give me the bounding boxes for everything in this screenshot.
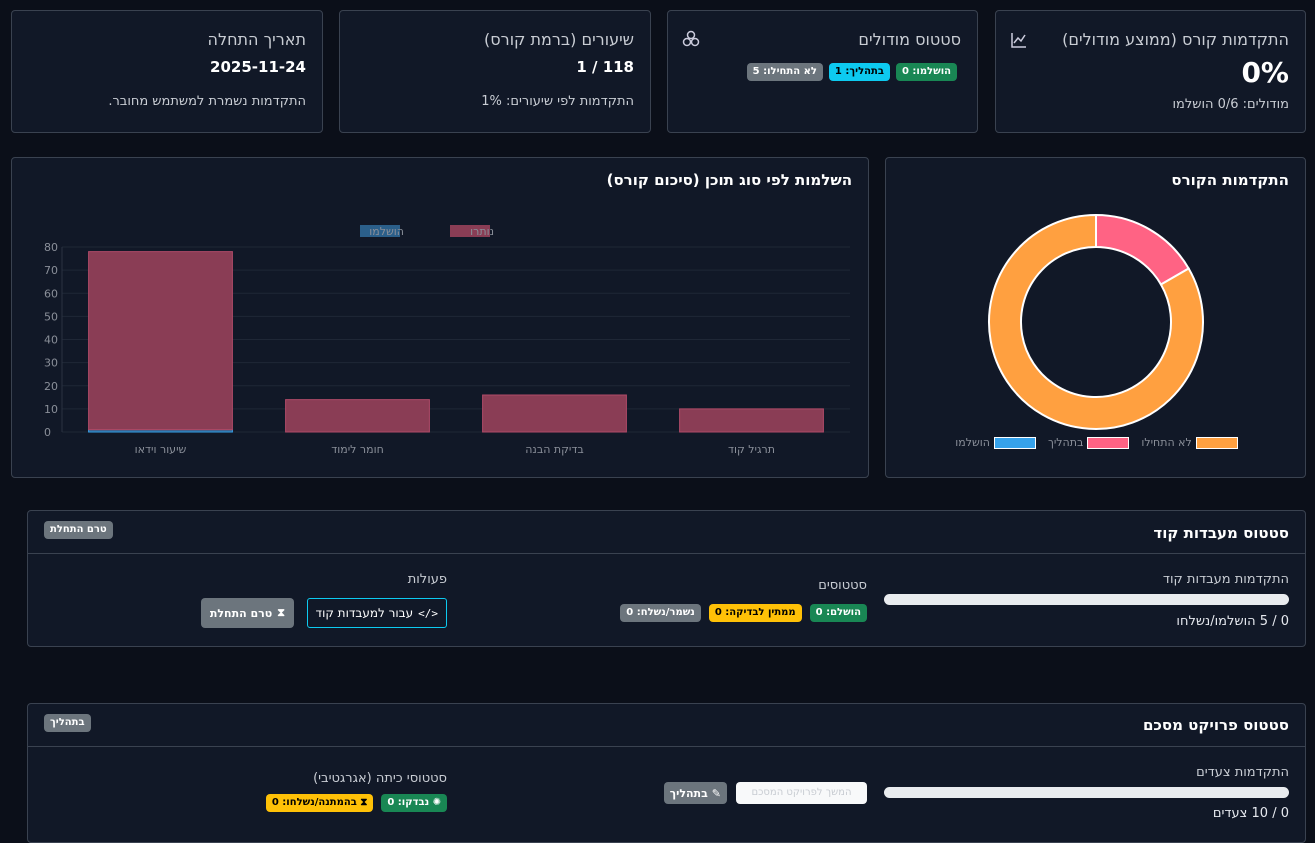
y-tick-label: 10 (44, 403, 58, 416)
in-progress-badge: בתהליך: 1 (828, 63, 890, 81)
not-started-badge: לא התחילו: 5 (746, 63, 823, 81)
y-tick-label: 30 (44, 357, 58, 370)
project-progress-text: 0 / 10 צעדים (1212, 806, 1289, 821)
labs-done-badge: הושלם: 0 (809, 604, 867, 622)
content-type-card: השלמות לפי סוג תוכן (סיכום קורס) 0 10 20 30… (11, 157, 869, 478)
labs-state-badge: טרם התחלת (44, 521, 113, 539)
labs-not-started-button[interactable]: ⧗ טרם התחלת (200, 598, 294, 628)
checked-badge: ✺ נבדקו: 0 (381, 794, 447, 812)
pending-badge: ⧗ בהמתנה/נשלחו: 0 (265, 794, 374, 812)
project-in-progress-button[interactable]: ✎ בתהליך (663, 782, 727, 804)
x-tick-label: חומר לימוד (331, 443, 384, 456)
card-title: סטטוס פרויקט מסכם (1142, 716, 1289, 734)
stat-value: 0% (1241, 56, 1289, 89)
stat-value: 2025-11-24 (210, 58, 306, 76)
edit-icon: ✎ (711, 786, 721, 800)
donut-chart (988, 213, 1204, 430)
labs-status-label: סטטוסים (818, 578, 867, 593)
stat-title: תאריך התחלה (207, 30, 306, 49)
completed-badge: הושלמו: 0 (895, 63, 957, 81)
chart-line-icon (1011, 33, 1026, 48)
code-labs-card: סטטוס מעבדות קוד טרם התחלת התקדמות מעבדו… (27, 510, 1306, 647)
stat-sub: מודולים: 0/6 הושלמו (1172, 97, 1289, 112)
x-tick-label: שיעור וידאו (135, 443, 187, 456)
y-tick-label: 50 (44, 310, 58, 323)
modules-icon (682, 30, 700, 47)
project-state-badge: בתהליך (44, 714, 91, 732)
stat-title: סטטוס מודולים (858, 30, 961, 49)
stat-card-start-date: תאריך התחלה 2025-11-24 התקדמות נשמרת למש… (11, 10, 323, 133)
stat-title: התקדמות קורס (ממוצע מודולים) (1062, 30, 1289, 49)
stat-sub: התקדמות לפי שיעורים: 1% (481, 94, 634, 109)
stat-card-lessons: שיעורים (ברמת קורס) 1 / 118 התקדמות לפי … (339, 10, 651, 133)
bar-segment[interactable] (482, 394, 627, 433)
y-tick-label: 20 (44, 380, 58, 393)
legend-item[interactable]: הושלמו (360, 225, 404, 238)
code-icon: </> (418, 606, 438, 620)
stat-value: 1 / 118 (576, 58, 634, 76)
check-circle-icon: ✺ (432, 797, 441, 808)
x-tick-label: בדיקת הבנה (525, 443, 584, 456)
y-tick-label: 60 (44, 287, 58, 300)
bar-segment[interactable] (285, 399, 430, 433)
stat-card-modules: סטטוס מודולים הושלמו: 0 בתהליך: 1 לא התח… (667, 10, 978, 133)
labs-waiting-badge: ממתין לבדיקה: 0 (708, 604, 802, 622)
labs-saved-badge: נשמר/נשלח: 0 (620, 604, 701, 622)
y-tick-label: 0 (44, 426, 51, 439)
legend-item-not-started[interactable]: לא התחילו (1141, 436, 1238, 449)
donut-slice[interactable] (1095, 213, 1191, 286)
legend-label: הושלמו (369, 225, 404, 238)
bar-segment[interactable] (88, 251, 233, 431)
bar-segment[interactable] (679, 408, 824, 433)
hourglass-icon: ⧗ (277, 606, 285, 619)
continue-project-button[interactable]: המשך לפרויקט המסכם (736, 782, 867, 804)
project-progress-bar (884, 787, 1289, 798)
final-project-card: סטטוס פרויקט מסכם בתהליך התקדמות צעדים 0… (27, 703, 1306, 843)
stat-title: שיעורים (ברמת קורס) (484, 30, 634, 49)
bar-chart: 0 10 20 30 40 50 60 70 80 שיעור וידאו חומר לימוד בד… (44, 225, 850, 456)
labs-progress-text: 0 / 5 הושלמו/נשלחו (1176, 614, 1289, 629)
course-progress-card: התקדמות הקורס לא התחילו בתהליך הושלמו (885, 157, 1306, 478)
legend-label: נותרו (470, 225, 494, 238)
go-to-labs-button[interactable]: </> עבור למעבדות קוד (306, 598, 447, 628)
labs-progress-bar (884, 594, 1289, 605)
y-tick-label: 80 (44, 241, 58, 254)
stat-sub: התקדמות נשמרת למשתמש מחובר. (108, 94, 306, 109)
stat-card-progress: התקדמות קורס (ממוצע מודולים) 0% מודולים:… (995, 10, 1306, 133)
donut-legend: לא התחילו בתהליך הושלמו (886, 436, 1307, 449)
project-progress-label: התקדמות צעדים (1196, 765, 1289, 780)
hourglass-icon: ⧗ (360, 797, 368, 808)
y-tick-label: 70 (44, 264, 58, 277)
legend-item-completed[interactable]: הושלמו (955, 436, 1036, 449)
x-tick-label: תרגיל קוד (728, 443, 775, 456)
card-title: סטטוס מעבדות קוד (1153, 524, 1289, 542)
labs-progress-label: התקדמות מעבדות קוד (1162, 572, 1289, 587)
legend-item[interactable]: נותרו (450, 225, 494, 238)
legend-item-in-progress[interactable]: בתהליך (1048, 436, 1130, 449)
y-tick-label: 40 (44, 334, 58, 347)
class-status-label: סטטוסי כיתה (אגרגטיבי) (313, 771, 447, 786)
labs-actions-label: פעולות (407, 572, 447, 587)
